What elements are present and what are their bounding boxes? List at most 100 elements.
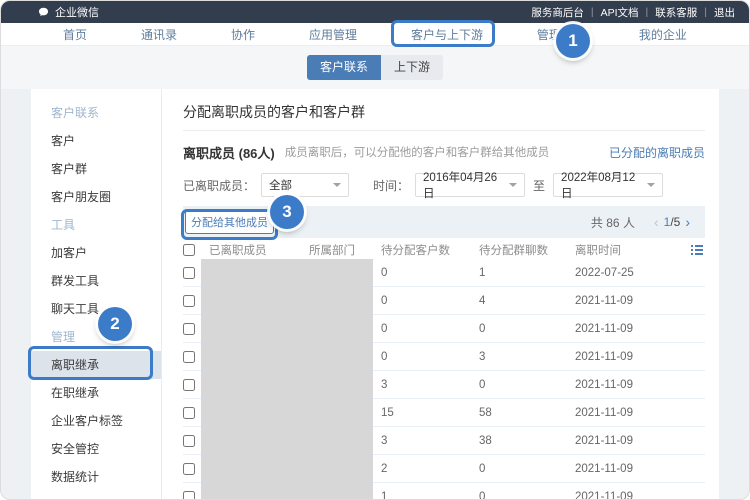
sidebar-item-customer-moments[interactable]: 客户朋友圈 <box>31 183 161 211</box>
nav-item-app-management[interactable]: 应用管理 <box>309 26 357 43</box>
topbar: 企业微信 服务商后台 | API文档 | 联系客服 | 退出 <box>1 1 749 23</box>
row-checkbox[interactable] <box>183 407 195 419</box>
sidebar-item-chat-tool[interactable]: 聊天工具 <box>31 295 161 323</box>
resign-date: 2021-11-09 <box>575 463 675 475</box>
row-checkbox[interactable] <box>183 295 195 307</box>
resign-date: 2021-11-09 <box>575 295 675 307</box>
chevron-down-icon <box>509 183 517 187</box>
assigned-members-link[interactable]: 已分配的离职成员 <box>609 144 705 161</box>
member-filter-select[interactable]: 全部 <box>261 173 349 197</box>
nav-item-customers-updown[interactable]: 客户与上下游 <box>411 26 483 43</box>
resign-date: 2021-11-09 <box>575 323 675 335</box>
row-checkbox[interactable] <box>183 351 195 363</box>
resign-date: 2021-11-09 <box>575 379 675 391</box>
pending-groups: 0 <box>479 491 575 500</box>
resign-date: 2021-11-09 <box>575 491 675 500</box>
row-checkbox[interactable] <box>183 463 195 475</box>
table-header: 已离职成员 所属部门 待分配客户数 待分配群聊数 离职时间 <box>183 241 705 259</box>
pending-groups: 38 <box>479 435 575 447</box>
tab-updown-stream[interactable]: 上下游 <box>381 55 443 80</box>
pending-customers: 0 <box>381 323 479 335</box>
nav-item-my-company[interactable]: 我的企业 <box>639 26 687 43</box>
to-label: 至 <box>533 177 545 194</box>
divider <box>183 130 705 131</box>
link-contact-support[interactable]: 联系客服 <box>655 5 697 20</box>
nav-item-home[interactable]: 首页 <box>63 26 87 43</box>
tab-group: 客户联系 上下游 <box>307 55 443 80</box>
toolbar-right: 共 86 人 ‹ 1/5 › <box>591 214 695 231</box>
subtab-bar: 客户联系 上下游 <box>1 46 749 89</box>
pending-customers: 0 <box>381 351 479 363</box>
wecom-admin-screen: 企业微信 服务商后台 | API文档 | 联系客服 | 退出 首页 通讯录 协作… <box>0 0 750 500</box>
nav-item-collaboration[interactable]: 协作 <box>231 26 255 43</box>
resign-date: 2021-11-09 <box>575 351 675 363</box>
topbar-links: 服务商后台 | API文档 | 联系客服 | 退出 <box>531 5 735 20</box>
sidebar-item-onjob-inherit[interactable]: 在职继承 <box>31 379 161 407</box>
page-title: 分配离职成员的客户和客户群 <box>183 103 705 121</box>
pending-groups: 0 <box>479 379 575 391</box>
pending-customers: 0 <box>381 295 479 307</box>
sidebar-item-add-customer[interactable]: 加客户 <box>31 239 161 267</box>
link-logout[interactable]: 退出 <box>714 5 735 20</box>
time-filter-label: 时间： <box>373 177 409 194</box>
date-to-value: 2022年08月12日 <box>561 169 641 201</box>
row-checkbox[interactable] <box>183 435 195 447</box>
pending-groups: 1 <box>479 267 575 279</box>
table-body: 0 1 2022-07-25 0 4 2021-11-09 0 <box>183 259 705 500</box>
sidebar-item-resign-inherit[interactable]: 离职继承 <box>31 351 161 379</box>
sidebar-item-customer-tags[interactable]: 企业客户标签 <box>31 407 161 435</box>
brand-name: 企业微信 <box>55 4 99 20</box>
total-count: 共 86 人 <box>591 214 635 231</box>
row-checkbox[interactable] <box>183 379 195 391</box>
header-department: 所属部门 <box>309 242 381 258</box>
separator: | <box>704 6 707 18</box>
sidebar-item-data-statistics[interactable]: 数据统计 <box>31 463 161 491</box>
pending-groups: 3 <box>479 351 575 363</box>
header-member: 已离职成员 <box>209 242 309 258</box>
brand: 企业微信 <box>37 4 99 20</box>
row-checkbox[interactable] <box>183 323 195 335</box>
assign-to-others-button[interactable]: 分配给其他成员 <box>185 210 274 234</box>
header-resign-date: 离职时间 <box>575 242 675 258</box>
sidebar: 客户联系 客户 客户群 客户朋友圈 工具 加客户 群发工具 聊天工具 管理 离职… <box>31 89 162 500</box>
sidebar-item-broadcast-tool[interactable]: 群发工具 <box>31 267 161 295</box>
nav-item-contacts[interactable]: 通讯录 <box>141 26 177 43</box>
main-pane: 分配离职成员的客户和客户群 离职成员 (86人) 成员离职后，可以分配他的客户和… <box>162 89 719 500</box>
pending-customers: 1 <box>381 491 479 500</box>
select-all-checkbox[interactable] <box>183 244 195 256</box>
pending-groups: 4 <box>479 295 575 307</box>
pending-customers: 2 <box>381 463 479 475</box>
pending-customers: 15 <box>381 407 479 419</box>
member-filter-label: 已离职成员： <box>183 177 255 194</box>
row-checkbox[interactable] <box>183 491 195 500</box>
link-api-docs[interactable]: API文档 <box>601 5 639 20</box>
table-toolbar: 分配给其他成员 共 86 人 ‹ 1/5 › <box>183 206 705 238</box>
next-page-arrow[interactable]: › <box>680 215 695 229</box>
sidebar-group-tools: 工具 <box>31 211 161 239</box>
column-settings-icon[interactable] <box>675 244 705 256</box>
prev-page-arrow[interactable]: ‹ <box>649 215 664 229</box>
pending-customers: 0 <box>381 267 479 279</box>
tab-customer-contact[interactable]: 客户联系 <box>307 55 381 80</box>
section-row: 离职成员 (86人) 成员离职后，可以分配他的客户和客户群给其他成员 已分配的离… <box>183 143 705 161</box>
chevron-down-icon <box>333 183 341 187</box>
link-provider-console[interactable]: 服务商后台 <box>531 5 584 20</box>
separator: | <box>591 6 594 18</box>
member-filter-value: 全部 <box>269 177 292 193</box>
row-checkbox[interactable] <box>183 267 195 279</box>
date-to-select[interactable]: 2022年08月12日 <box>553 173 663 197</box>
main-nav: 首页 通讯录 协作 应用管理 客户与上下游 管理工具 我的企业 <box>1 23 749 46</box>
nav-item-admin-tools[interactable]: 管理工具 <box>537 26 585 43</box>
sidebar-item-customers[interactable]: 客户 <box>31 127 161 155</box>
pending-groups: 0 <box>479 323 575 335</box>
sidebar-item-customer-groups[interactable]: 客户群 <box>31 155 161 183</box>
content-card: 客户联系 客户 客户群 客户朋友圈 工具 加客户 群发工具 聊天工具 管理 离职… <box>31 89 719 500</box>
sidebar-item-security-control[interactable]: 安全管控 <box>31 435 161 463</box>
separator: | <box>646 6 649 18</box>
sidebar-group-config: 配置 <box>31 491 161 500</box>
date-from-select[interactable]: 2016年04月26日 <box>415 173 525 197</box>
pending-customers: 3 <box>381 379 479 391</box>
pending-customers: 3 <box>381 435 479 447</box>
pending-groups: 0 <box>479 463 575 475</box>
resign-date: 2021-11-09 <box>575 435 675 447</box>
